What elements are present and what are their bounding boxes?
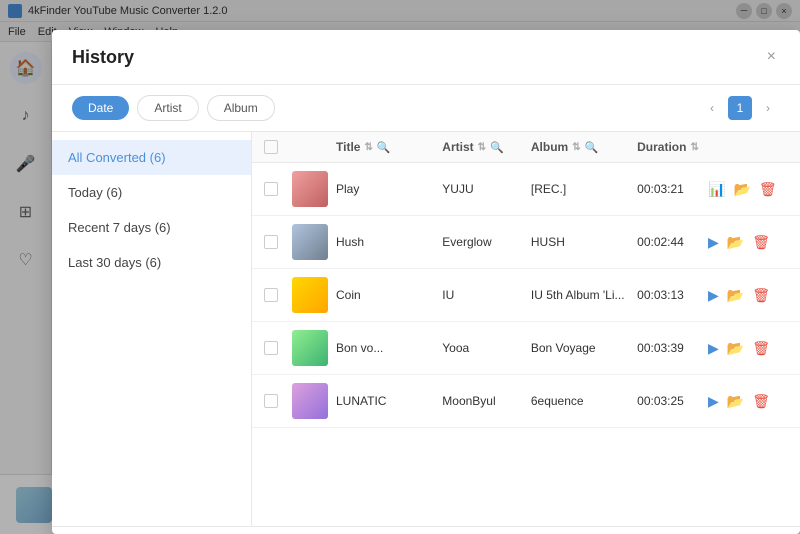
- artist-header-label: Artist: [442, 140, 473, 154]
- modal-header: History ×: [52, 30, 800, 85]
- folder-icon-2[interactable]: 📂: [727, 287, 744, 304]
- track-actions-2: ▶ 📂 🗑: [708, 287, 788, 304]
- track-duration-2: 00:03:13: [637, 288, 708, 302]
- next-page-button[interactable]: ›: [756, 96, 780, 120]
- track-title-0: Play: [336, 182, 442, 196]
- play-icon-2[interactable]: ▶: [708, 287, 719, 304]
- delete-button-area: Delete: [52, 526, 800, 534]
- track-artist-1: Everglow: [442, 235, 531, 249]
- filter-bar: Date Artist Album ‹ 1 ›: [52, 85, 800, 132]
- track-artist-0: YUJU: [442, 182, 531, 196]
- track-title-2: Coin: [336, 288, 442, 302]
- filter-today[interactable]: Today (6): [52, 175, 251, 210]
- header-title-col: Title ⇅ 🔍: [336, 140, 442, 154]
- header-duration-col: Duration ⇅: [637, 140, 708, 154]
- track-album-1: HUSH: [531, 235, 637, 249]
- track-actions-3: ▶ 📂 🗑: [708, 340, 788, 357]
- title-sort-icon[interactable]: ⇅: [364, 142, 372, 153]
- delete-icon-3[interactable]: 🗑: [752, 340, 770, 357]
- track-duration-1: 00:02:44: [637, 235, 708, 249]
- table-row: Play YUJU [REC.] 00:03:21 📊 📂 🗑: [252, 163, 800, 216]
- history-modal: History × Date Artist Album ‹ 1 › All Co…: [52, 30, 800, 534]
- folder-icon-3[interactable]: 📂: [727, 340, 744, 357]
- track-title-3: Bon vo...: [336, 341, 442, 355]
- track-album-3: Bon Voyage: [531, 341, 637, 355]
- prev-page-button[interactable]: ‹: [700, 96, 724, 120]
- track-list-panel: Title ⇅ 🔍 Artist ⇅ 🔍 Album ⇅ 🔍 Duration …: [252, 132, 800, 526]
- play-icon-1[interactable]: ▶: [708, 234, 719, 251]
- track-artist-2: IU: [442, 288, 531, 302]
- waveform-icon-0[interactable]: 📊: [708, 181, 725, 198]
- album-sort-icon[interactable]: ⇅: [572, 142, 580, 153]
- track-actions-4: ▶ 📂 🗑: [708, 393, 788, 410]
- pagination: ‹ 1 ›: [700, 96, 780, 120]
- delete-icon-0[interactable]: 🗑: [759, 181, 777, 198]
- table-row: Bon vo... Yooa Bon Voyage 00:03:39 ▶ 📂 🗑: [252, 322, 800, 375]
- filter-artist-button[interactable]: Artist: [137, 95, 198, 121]
- track-title-4: LUNATIC: [336, 394, 442, 408]
- title-header-label: Title: [336, 140, 360, 154]
- delete-icon-1[interactable]: 🗑: [752, 234, 770, 251]
- artist-search-icon[interactable]: 🔍: [490, 141, 504, 154]
- folder-icon-1[interactable]: 📂: [727, 234, 744, 251]
- track-thumb-0: [292, 171, 336, 207]
- track-artist-4: MoonByul: [442, 394, 531, 408]
- filter-recent-7-days[interactable]: Recent 7 days (6): [52, 210, 251, 245]
- modal-close-button[interactable]: ×: [763, 44, 780, 70]
- album-search-icon[interactable]: 🔍: [585, 141, 599, 154]
- filter-last-30-days[interactable]: Last 30 days (6): [52, 245, 251, 280]
- track-actions-0: 📊 📂 🗑: [708, 181, 788, 198]
- delete-icon-2[interactable]: 🗑: [752, 287, 770, 304]
- delete-icon-4[interactable]: 🗑: [752, 393, 770, 410]
- track-duration-4: 00:03:25: [637, 394, 708, 408]
- title-search-icon[interactable]: 🔍: [377, 141, 391, 154]
- album-header-label: Album: [531, 140, 568, 154]
- header-artist-col: Artist ⇅ 🔍: [442, 140, 531, 154]
- filter-album-button[interactable]: Album: [207, 95, 275, 121]
- select-all-checkbox[interactable]: [264, 140, 278, 154]
- track-album-2: IU 5th Album 'Li...: [531, 288, 637, 302]
- track-actions-1: ▶ 📂 🗑: [708, 234, 788, 251]
- header-checkbox-col: [264, 140, 292, 154]
- play-icon-3[interactable]: ▶: [708, 340, 719, 357]
- table-row: Coin IU IU 5th Album 'Li... 00:03:13 ▶ 📂…: [252, 269, 800, 322]
- modal-title: History: [72, 47, 134, 68]
- track-duration-0: 00:03:21: [637, 182, 708, 196]
- track-title-1: Hush: [336, 235, 442, 249]
- track-album-4: 6equence: [531, 394, 637, 408]
- folder-icon-0[interactable]: 📂: [733, 181, 750, 198]
- track-album-0: [REC.]: [531, 182, 637, 196]
- track-artist-3: Yooa: [442, 341, 531, 355]
- duration-sort-icon[interactable]: ⇅: [690, 142, 698, 153]
- track-duration-3: 00:03:39: [637, 341, 708, 355]
- table-header: Title ⇅ 🔍 Artist ⇅ 🔍 Album ⇅ 🔍 Duration …: [252, 132, 800, 163]
- play-icon-4[interactable]: ▶: [708, 393, 719, 410]
- duration-header-label: Duration: [637, 140, 686, 154]
- current-page: 1: [728, 96, 752, 120]
- header-album-col: Album ⇅ 🔍: [531, 140, 637, 154]
- filter-all-converted[interactable]: All Converted (6): [52, 140, 251, 175]
- filter-date-button[interactable]: Date: [72, 96, 129, 120]
- folder-icon-4[interactable]: 📂: [727, 393, 744, 410]
- left-filter-panel: All Converted (6) Today (6) Recent 7 day…: [52, 132, 252, 526]
- table-row: LUNATIC MoonByul 6equence 00:03:25 ▶ 📂 🗑: [252, 375, 800, 428]
- row-checkbox-0: [264, 182, 292, 196]
- content-area: All Converted (6) Today (6) Recent 7 day…: [52, 132, 800, 526]
- artist-sort-icon[interactable]: ⇅: [478, 142, 486, 153]
- table-row: Hush Everglow HUSH 00:02:44 ▶ 📂 🗑: [252, 216, 800, 269]
